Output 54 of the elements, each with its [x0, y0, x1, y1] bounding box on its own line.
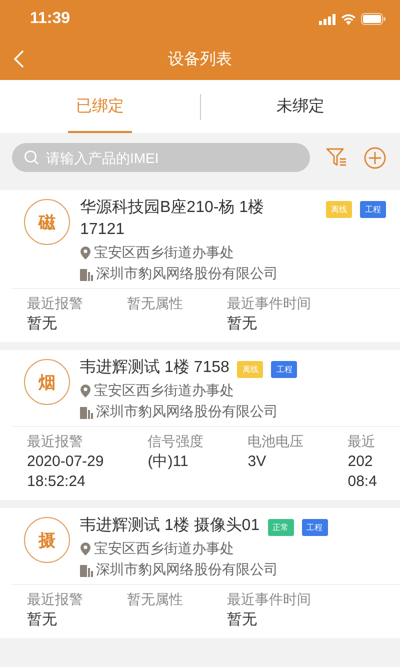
tab[interactable]: 未绑定: [200, 80, 400, 133]
device-name: 韦进辉测试 1楼 摄像头01: [80, 516, 260, 536]
status-tag: 工程: [360, 201, 386, 218]
stat-label: 暂无属性: [127, 294, 183, 312]
location-pin-icon: [80, 246, 91, 260]
filter-icon[interactable]: [326, 148, 348, 168]
wifi-icon: [341, 14, 356, 24]
stat-value: 暂无: [27, 314, 58, 334]
device-name: 韦进辉测试 1楼 7158: [80, 358, 230, 378]
device-card[interactable]: 磁 华源科技园B座210-杨 1楼 17121 离线 工程 宝安区西乡街道办事处 深圳市豹风网络股份有限公司 最近报警 暂无 暂无属性 最近事件时间 暂无: [0, 190, 400, 342]
device-card[interactable]: 烟 韦进辉测试 1楼 7158 离线 工程 宝安区西乡街道办事处 深圳市豹风网络股份有限公司 最近报警 2020-07-29 18:52:24 信号强度 (中)11 电池电压 3V 最近 202 08:4: [0, 350, 400, 500]
status-time: 11:39: [30, 10, 70, 28]
stat-value: 2020-07-29 18:52:24: [27, 452, 104, 492]
stat-label: 最近报警: [27, 432, 84, 450]
status-tag: 工程: [271, 361, 298, 378]
device-company: 深圳市豹风网络股份有限公司: [96, 265, 278, 283]
building-icon: [80, 406, 93, 418]
stat-label: 最近: [348, 432, 377, 450]
device-company: 深圳市豹风网络股份有限公司: [96, 561, 278, 579]
stat-value: 暂无: [227, 314, 258, 334]
device-avatar: 烟: [24, 359, 70, 405]
stat-label: 电池电压: [248, 432, 304, 450]
stat-label: 最近报警: [27, 294, 83, 312]
back-icon[interactable]: [14, 50, 24, 68]
device-name: 华源科技园B座210-杨 1楼 17121: [80, 198, 266, 240]
status-tag: 离线: [237, 361, 264, 378]
building-icon: [80, 268, 93, 280]
status-tag: 正常: [268, 519, 294, 536]
stat-label: 最近报警: [27, 590, 83, 608]
stat-value: 3V: [248, 452, 268, 472]
location-pin-icon: [80, 384, 91, 398]
stat-value: 暂无: [27, 610, 58, 630]
signal-icon: [319, 14, 336, 24]
building-icon: [80, 564, 93, 576]
stat-label: 暂无属性: [127, 590, 183, 608]
device-company: 深圳市豹风网络股份有限公司: [96, 403, 278, 421]
status-tag: 离线: [326, 201, 352, 218]
device-address: 宝安区西乡街道办事处: [94, 382, 234, 400]
stat-value: 202 08:4: [348, 452, 377, 492]
stat-label: 最近事件时间: [227, 294, 311, 312]
device-card[interactable]: 摄 韦进辉测试 1楼 摄像头01 正常 工程 宝安区西乡街道办事处 深圳市豹风网络股份有限公司 最近报警 暂无 暂无属性 最近事件时间 暂无: [0, 508, 400, 638]
status-tag: 工程: [302, 519, 328, 536]
location-pin-icon: [80, 542, 91, 556]
add-icon[interactable]: [364, 146, 386, 168]
battery-icon: [361, 13, 386, 25]
device-avatar: 磁: [24, 199, 70, 245]
stat-label: 最近事件时间: [227, 590, 311, 608]
device-address: 宝安区西乡街道办事处: [94, 540, 234, 558]
stat-value: 暂无: [227, 610, 258, 630]
page-title: 设备列表: [168, 50, 232, 70]
stat-label: 信号强度: [148, 432, 204, 450]
stat-value: (中)11: [148, 452, 190, 472]
device-address: 宝安区西乡街道办事处: [94, 244, 234, 262]
device-avatar: 摄: [24, 517, 70, 563]
